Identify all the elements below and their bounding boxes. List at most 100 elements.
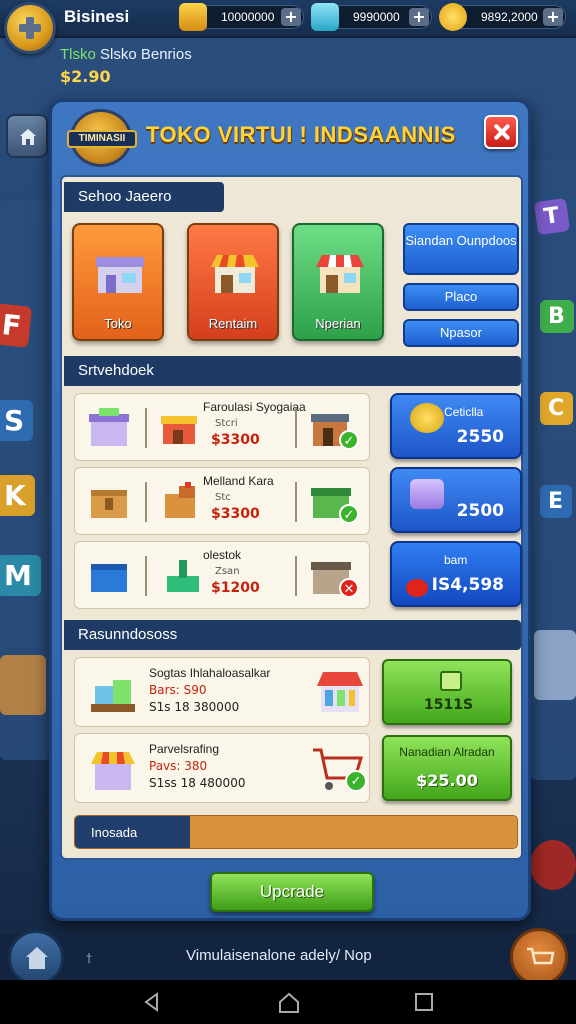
coin-value: 9892,2000 <box>481 10 538 24</box>
divider <box>145 556 147 596</box>
divider <box>295 482 297 522</box>
side-button-2[interactable]: Npasor <box>403 319 519 347</box>
status-caption: Vimulaisenalone adely/ Nop <box>186 947 372 964</box>
red-shop-icon <box>161 416 197 444</box>
cross-icon: ✕ <box>339 578 359 598</box>
crate-icon <box>91 490 127 518</box>
buy-button-0[interactable]: Ceticlla 2550 <box>390 393 522 459</box>
add-coins-button[interactable]: + <box>543 8 563 26</box>
upgrade-buy-amount: $25.00 <box>416 771 478 790</box>
buy-button-1[interactable]: 2500 <box>390 467 522 533</box>
product-name: olestok <box>203 548 242 562</box>
section-title: Sehoo Jaeero <box>78 188 172 205</box>
dialog-badge-icon: TIMINASII <box>67 109 137 167</box>
product-row[interactable]: Faroulasi Syogaiaa Stcri $3300 ✓ <box>74 393 370 461</box>
house-icon <box>20 129 36 145</box>
chest-icon <box>440 671 462 691</box>
purple-shop-icon <box>410 479 444 509</box>
game-logo-icon[interactable] <box>4 2 56 54</box>
progress-bar: Inosada <box>74 815 518 849</box>
product-price: $1200 <box>211 580 260 596</box>
product-sub: Stcri <box>215 418 238 429</box>
upgrade-row[interactable]: Parvelsrafing Pavs: 380 S1ss 18 480000 ✓ <box>74 733 370 803</box>
top-resource-bar: Bisinesi 10000000 + 9990000 + 9892,2000 … <box>0 0 576 38</box>
upgrade-cost: S1s 18 380000 <box>149 700 240 714</box>
upgrade-buy-amount: 1511S <box>424 697 474 713</box>
upgrade-name: Sogtas Ihlahaloasalkar <box>149 666 271 680</box>
divider <box>145 408 147 448</box>
close-button[interactable] <box>484 115 518 149</box>
store-front-icon <box>89 408 129 446</box>
category-tile-toko[interactable]: Toko <box>72 223 164 341</box>
gem-cube-icon <box>311 3 339 31</box>
bakery-shop-icon <box>91 752 135 790</box>
badge-ribbon: TIMINASII <box>67 130 137 148</box>
product-row[interactable]: Melland Kara Stc $3300 ✓ <box>74 467 370 535</box>
house-icon <box>26 947 48 969</box>
status-mark: † <box>86 951 92 965</box>
shelf-sign: F <box>0 303 33 348</box>
cart-icon <box>527 947 555 965</box>
section-header-products: Srtvehdoek <box>64 356 521 386</box>
upgrade-buy-button-0[interactable]: 1511S <box>382 659 512 725</box>
section-title: Srtvehdoek <box>78 362 154 379</box>
product-sub: Zsan <box>215 566 240 577</box>
app-name: Bisinesi <box>64 7 130 26</box>
home-button[interactable] <box>6 114 48 158</box>
gold-coins-icon <box>179 3 207 31</box>
back-icon[interactable] <box>142 992 162 1012</box>
category-tile-rentaim[interactable]: Rentaim <box>187 223 279 341</box>
buy-button-top: Ceticlla <box>444 405 484 419</box>
divider <box>295 556 297 596</box>
section-header-upgrades: Rasunndososs <box>64 620 521 650</box>
product-name: Faroulasi Syogaiaa <box>203 400 306 414</box>
shelf-sign: T <box>533 197 571 236</box>
upgrade-buy-top: Nanadian Alradan <box>399 745 495 759</box>
section-header-categories: Sehoo Jaeero <box>64 182 224 212</box>
check-icon: ✓ <box>345 770 367 792</box>
kiosk-icon <box>317 672 363 712</box>
store-home-button[interactable] <box>8 930 64 986</box>
buy-button-2[interactable]: bam IS4,598 <box>390 541 522 607</box>
upgrade-row[interactable]: Sogtas Ihlahaloasalkar Bars: S90 S1s 18 … <box>74 657 370 727</box>
upgrade-button[interactable]: Upcrade <box>210 872 374 912</box>
product-row[interactable]: olestok Zsan $1200 ✕ <box>74 541 370 609</box>
side-button-label: Npasor <box>440 325 482 340</box>
cashier-icon <box>167 560 199 592</box>
category-tile-nperian[interactable]: Nperian <box>292 223 384 341</box>
store-money: $2.90 <box>60 67 111 86</box>
side-button-0[interactable]: Siandan Ounpdoos <box>403 223 519 275</box>
buy-button-amount: IS4,598 <box>431 575 504 595</box>
add-gems-button[interactable]: + <box>409 8 429 26</box>
store-dialog: TIMINASII TOKO VIRTUI ! INDSAANNIS Sehoo… <box>49 99 531 921</box>
dialog-title: TOKO VIRTUI ! INDSAANNIS <box>146 122 456 147</box>
mini-store-icon <box>91 680 135 712</box>
crate <box>534 630 576 700</box>
side-button-label: Placo <box>444 289 478 304</box>
gold-value: 10000000 <box>221 10 275 24</box>
market-stall-icon <box>211 255 259 293</box>
product-price: $3300 <box>211 432 260 448</box>
upgrade-stat: Bars: S90 <box>149 683 207 697</box>
gem-resource: 9990000 + <box>311 3 432 31</box>
parcel-icon <box>165 482 195 518</box>
recents-icon[interactable] <box>414 992 434 1012</box>
side-button-1[interactable]: Placo <box>403 283 519 311</box>
upgrade-stat: Pavs: 380 <box>149 759 208 773</box>
gem-value: 9990000 <box>353 10 400 24</box>
upgrade-buy-button-1[interactable]: Nanadian Alradan $25.00 <box>382 735 512 801</box>
shop-cart-button[interactable] <box>510 928 568 986</box>
divider <box>295 408 297 448</box>
red-bag <box>530 840 576 890</box>
divider <box>145 482 147 522</box>
store-name-rest: Slsko Benrios <box>95 46 192 63</box>
category-label: Toko <box>104 316 132 331</box>
shelf-sign: M <box>0 555 41 596</box>
check-icon: ✓ <box>339 504 359 524</box>
cardboard-box <box>0 655 46 715</box>
category-label: Nperian <box>315 316 361 331</box>
shop-building-icon <box>96 257 144 293</box>
shelf-sign: S <box>0 400 34 441</box>
add-gold-button[interactable]: + <box>281 8 301 26</box>
home-nav-icon[interactable] <box>278 992 300 1014</box>
